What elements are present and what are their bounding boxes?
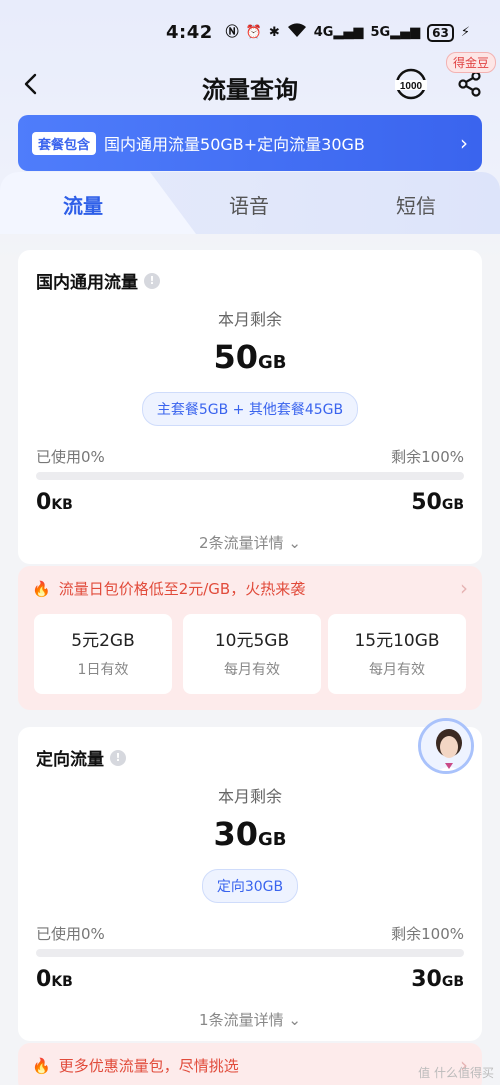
chevron-down-icon: ⌄ xyxy=(288,534,301,552)
package-banner[interactable]: 套餐包含 国内通用流量50GB+定向流量30GB › xyxy=(18,115,482,171)
used-amount: 0KB xyxy=(36,490,73,515)
tab-sms[interactable]: 短信 xyxy=(396,190,436,219)
remain-label: 本月剩余 xyxy=(217,310,282,329)
total-amount: 50GB xyxy=(411,490,464,515)
remain-unit: GB xyxy=(258,829,287,850)
remain-unit: GB xyxy=(258,352,287,373)
tab-data[interactable]: 流量 xyxy=(63,190,103,219)
breakdown-pill: 定向30GB xyxy=(201,869,299,903)
directed-title: 定向流量 xyxy=(36,750,104,770)
offer-item[interactable]: 5元2GB 1日有效 xyxy=(34,614,172,694)
breakdown-row: 定向30GB xyxy=(18,869,482,903)
directed-data-card: 定向流量 ! 本月剩余 30GB 定向30GB 已使用0% 剩余100% 0KB… xyxy=(18,727,482,1041)
card-title: 国内通用流量 ! xyxy=(36,268,160,293)
signal-4g-icon: 4G▂▄▆ xyxy=(313,25,364,40)
nav-bar: 流量查询 1000 得金豆 xyxy=(0,52,500,110)
signal-5g-icon: 5G▂▄▆ xyxy=(370,25,421,40)
chevron-right-icon: › xyxy=(460,131,468,155)
tab-voice[interactable]: 语音 xyxy=(229,190,269,219)
charging-icon: ⚡ xyxy=(460,25,470,40)
remain-amount: 50GB xyxy=(18,338,482,376)
remain-value: 50 xyxy=(213,338,259,376)
chevron-right-icon: › xyxy=(460,576,468,600)
details-link[interactable]: 1条流量详情 ⌄ xyxy=(18,1009,482,1030)
used-amount: 0KB xyxy=(36,967,73,992)
battery-icon: 63 xyxy=(427,24,454,42)
offer-validity: 每月有效 xyxy=(369,662,425,678)
general-data-card: 国内通用流量 ! 本月剩余 50GB 主套餐5GB + 其他套餐45GB 已使用… xyxy=(18,250,482,564)
bluetooth-icon: ✱ xyxy=(268,25,280,40)
nfc-icon: Ⓝ xyxy=(225,25,239,40)
used-value: 0 xyxy=(36,490,52,515)
fire-icon: 🔥 xyxy=(32,579,51,598)
offer-item[interactable]: 15元10GB 每月有效 xyxy=(328,614,466,694)
svg-text:1000: 1000 xyxy=(400,81,423,92)
details-label: 2条流量详情 xyxy=(199,534,284,552)
left-percent: 剩余100% xyxy=(391,448,464,466)
usage-progress xyxy=(36,949,464,957)
info-icon[interactable]: ! xyxy=(144,272,160,289)
chevron-down-icon: ⌄ xyxy=(288,1011,301,1029)
used-unit: KB xyxy=(51,974,73,990)
left-percent: 剩余100% xyxy=(391,925,464,943)
total-unit: GB xyxy=(441,497,464,513)
offer-validity: 1日有效 xyxy=(77,662,129,678)
jindou-badge[interactable]: 得金豆 xyxy=(446,52,497,73)
hotline-10000-icon[interactable]: 1000 xyxy=(393,66,429,102)
package-text: 国内通用流量50GB+定向流量30GB xyxy=(104,135,365,154)
offer-name: 15元10GB xyxy=(354,631,440,651)
breakdown-pill: 主套餐5GB + 其他套餐45GB xyxy=(141,392,359,426)
tab-bar: 流量 语音 短信 xyxy=(0,172,500,234)
offer-item[interactable]: 10元5GB 每月有效 xyxy=(183,614,321,694)
offer-name: 5元2GB xyxy=(71,631,135,651)
promo-header: 🔥 更多优惠流量包，尽情挑选 xyxy=(32,1055,239,1076)
details-label: 1条流量详情 xyxy=(199,1011,284,1029)
remain-amount: 30GB xyxy=(18,815,482,853)
assistant-avatar[interactable] xyxy=(418,718,474,774)
share-icon[interactable] xyxy=(456,70,484,98)
used-percent: 已使用0% xyxy=(36,925,105,943)
total-amount: 30GB xyxy=(411,967,464,992)
offer-validity: 每月有效 xyxy=(224,662,280,678)
used-percent: 已使用0% xyxy=(36,448,105,466)
status-time: 4:42 xyxy=(166,22,213,43)
promo-text: 流量日包价格低至2元/GB，火热来袭 xyxy=(58,580,306,598)
package-tag: 套餐包含 xyxy=(32,131,97,155)
remain-value: 30 xyxy=(213,815,259,853)
status-bar: 4:42 Ⓝ ⏰ ✱ 4G▂▄▆ 5G▂▄▆ 63 ⚡ xyxy=(0,0,500,62)
alarm-icon: ⏰ xyxy=(245,25,262,40)
total-value: 50 xyxy=(411,490,442,515)
status-icons: Ⓝ ⏰ ✱ 4G▂▄▆ 5G▂▄▆ 63 ⚡ xyxy=(226,22,470,44)
promo-header: 🔥 流量日包价格低至2元/GB，火热来袭 xyxy=(32,578,305,599)
promo-card-more[interactable]: 🔥 更多优惠流量包，尽情挑选 › xyxy=(18,1043,482,1085)
watermark: 值 什么值得买 xyxy=(418,1066,494,1080)
promo-card[interactable]: 🔥 流量日包价格低至2元/GB，火热来袭 › 5元2GB 1日有效 10元5GB… xyxy=(18,566,482,710)
remain-label: 本月剩余 xyxy=(217,787,282,806)
breakdown-row: 主套餐5GB + 其他套餐45GB xyxy=(18,392,482,426)
promo-text: 更多优惠流量包，尽情挑选 xyxy=(58,1057,239,1075)
total-unit: GB xyxy=(441,974,464,990)
fire-icon: 🔥 xyxy=(32,1056,51,1075)
used-unit: KB xyxy=(51,497,73,513)
card-title: 定向流量 ! xyxy=(36,745,126,770)
details-link[interactable]: 2条流量详情 ⌄ xyxy=(18,532,482,553)
used-value: 0 xyxy=(36,967,52,992)
offer-name: 10元5GB xyxy=(214,631,290,651)
wifi-icon xyxy=(287,22,307,44)
usage-progress xyxy=(36,472,464,480)
info-icon[interactable]: ! xyxy=(110,749,126,766)
general-title: 国内通用流量 xyxy=(36,273,138,293)
total-value: 30 xyxy=(411,967,442,992)
